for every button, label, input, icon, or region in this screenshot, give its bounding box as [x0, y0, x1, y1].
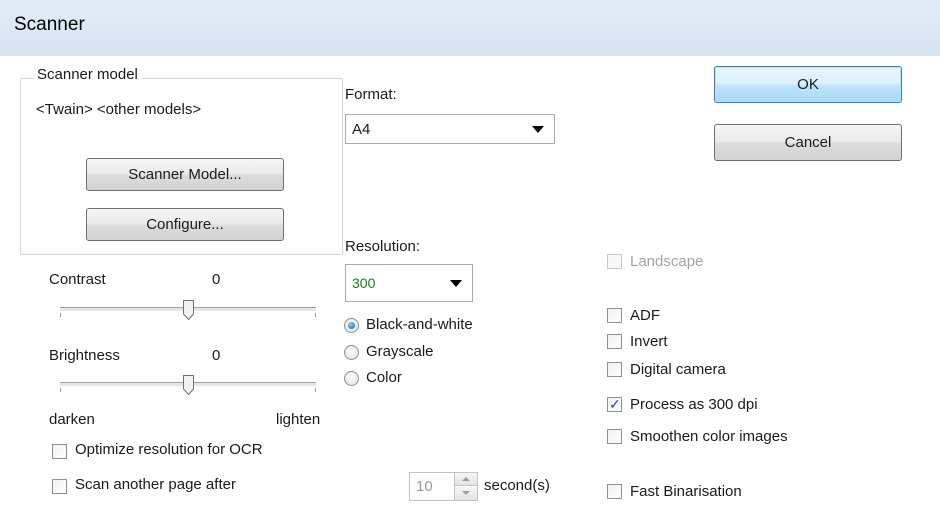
chevron-down-icon [532, 126, 544, 133]
fast-binarisation-label: Fast Binarisation [630, 483, 742, 500]
radio-grayscale-label: Grayscale [366, 343, 434, 360]
invert-checkbox[interactable] [607, 334, 622, 349]
format-label: Format: [345, 86, 397, 103]
brightness-label: Brightness [49, 347, 120, 364]
digital-camera-label: Digital camera [630, 361, 726, 378]
checkmark-icon: ✓ [609, 396, 621, 412]
radio-color[interactable] [344, 371, 359, 386]
radio-selected-dot [348, 322, 355, 329]
brightness-tick-max [315, 388, 316, 392]
window-title: Scanner [14, 14, 85, 35]
resolution-selected: 300 [352, 275, 376, 291]
adf-checkbox[interactable] [607, 308, 622, 323]
optimize-ocr-label: Optimize resolution for OCR [75, 441, 263, 458]
resolution-label: Resolution: [345, 238, 421, 255]
title-bar: Scanner [0, 0, 940, 56]
chevron-down-icon [450, 280, 462, 287]
scan-another-label: Scan another page after [75, 476, 236, 493]
brightness-tick-min [60, 388, 61, 392]
fast-binarisation-checkbox[interactable] [607, 484, 622, 499]
brightness-value: 0 [212, 347, 221, 364]
resolution-dropdown[interactable]: 300 [345, 264, 473, 302]
contrast-value: 0 [212, 271, 221, 288]
landscape-checkbox[interactable] [607, 254, 622, 269]
optimize-ocr-checkbox[interactable] [52, 444, 67, 459]
radio-black-and-white[interactable] [344, 318, 359, 333]
delay-spinner[interactable]: 10 [409, 472, 478, 501]
radio-color-label: Color [366, 369, 402, 386]
darken-label: darken [49, 411, 95, 428]
scanner-model-current: <Twain> <other models> [36, 101, 202, 118]
process-300-label: Process as 300 dpi [630, 396, 758, 413]
radio-black-and-white-label: Black-and-white [366, 316, 473, 333]
process-300-checkbox[interactable]: ✓ [607, 397, 622, 412]
adf-label: ADF [630, 307, 660, 324]
contrast-slider-thumb[interactable] [182, 300, 194, 320]
delay-unit-label: second(s) [484, 477, 550, 494]
invert-label: Invert [630, 333, 668, 350]
delay-value: 10 [416, 478, 433, 495]
contrast-tick-max [315, 313, 316, 317]
contrast-label: Contrast [49, 271, 106, 288]
spin-down-icon[interactable] [455, 487, 477, 500]
digital-camera-checkbox[interactable] [607, 362, 622, 377]
smoothen-label: Smoothen color images [630, 428, 788, 445]
scanner-model-button[interactable]: Scanner Model... [86, 158, 284, 191]
format-dropdown[interactable]: A4 [345, 114, 555, 144]
spin-up-icon[interactable] [455, 473, 477, 486]
scanner-model-group-label: Scanner model [33, 66, 142, 83]
spinner-buttons [454, 473, 477, 500]
ok-button[interactable]: OK [714, 66, 902, 103]
smoothen-checkbox[interactable] [607, 429, 622, 444]
scan-another-checkbox[interactable] [52, 479, 67, 494]
configure-button[interactable]: Configure... [86, 208, 284, 241]
radio-grayscale[interactable] [344, 345, 359, 360]
contrast-tick-min [60, 313, 61, 317]
lighten-label: lighten [276, 411, 321, 428]
brightness-slider-thumb[interactable] [182, 375, 194, 395]
format-selected: A4 [352, 120, 371, 138]
landscape-label: Landscape [630, 253, 704, 270]
cancel-button[interactable]: Cancel [714, 124, 902, 161]
